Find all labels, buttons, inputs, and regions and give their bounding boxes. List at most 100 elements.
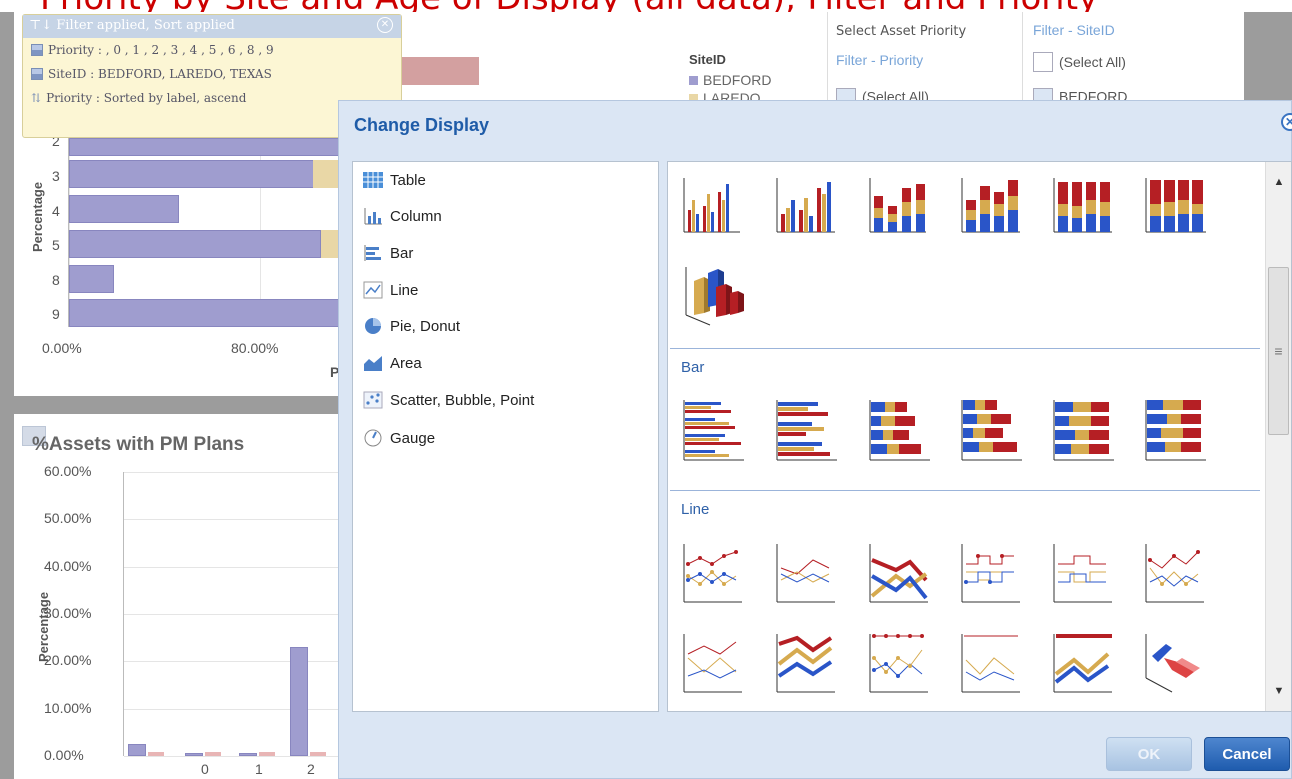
chart-type-area[interactable]: Area bbox=[363, 351, 422, 375]
bottom-bar-secondary bbox=[205, 752, 221, 756]
thumb-column-stacked[interactable] bbox=[866, 170, 934, 240]
chart-type-bar[interactable]: Bar bbox=[363, 241, 413, 265]
legend-panel: SiteID BEDFORD LAREDO bbox=[677, 12, 827, 100]
thumb-bar-clustered-3d[interactable] bbox=[773, 394, 841, 464]
bottom-gridline bbox=[124, 708, 350, 710]
site-item-bedford[interactable]: BEDFORD bbox=[1033, 88, 1127, 100]
thumb-column-3d[interactable] bbox=[680, 257, 748, 327]
thumb-line-3d[interactable] bbox=[1142, 628, 1210, 698]
priority-filter-heading: Select Asset Priority bbox=[836, 24, 967, 39]
chart-type-line[interactable]: Line bbox=[363, 278, 418, 302]
chart-type-pie[interactable]: Pie, Donut bbox=[363, 314, 460, 338]
bottom-ytick: 50.00% bbox=[44, 510, 92, 527]
top-chart-cat-5: 5 bbox=[52, 237, 60, 253]
bottom-ytick: 30.00% bbox=[44, 605, 92, 621]
bottom-gridline bbox=[124, 756, 350, 757]
thumb-line-markers[interactable] bbox=[680, 538, 748, 608]
thumb-column-clustered[interactable] bbox=[680, 170, 748, 240]
top-chart-ylabel: Percentage bbox=[30, 181, 45, 252]
thumb-line-flat[interactable] bbox=[958, 628, 1026, 698]
table-icon bbox=[363, 171, 383, 189]
filter-row-text: SiteID : BEDFORD, LAREDO, TEXAS bbox=[48, 67, 272, 81]
thumb-bar-clustered[interactable] bbox=[680, 394, 748, 464]
close-icon[interactable]: ✕ bbox=[1281, 113, 1292, 131]
gauge-icon bbox=[363, 429, 383, 447]
thumb-line-markers-alt[interactable] bbox=[1142, 538, 1210, 608]
legend-swatch bbox=[689, 75, 698, 85]
scatter-chart-icon bbox=[363, 391, 383, 409]
thumb-line-plain-alt[interactable] bbox=[680, 628, 748, 698]
bottom-gridline bbox=[124, 614, 350, 615]
top-bar-9 bbox=[69, 299, 341, 327]
gallery-scrollbar[interactable]: ▲ ≡ ▼ bbox=[1265, 162, 1291, 711]
legend-item-bedford[interactable]: BEDFORD bbox=[689, 72, 771, 88]
chart-type-gauge[interactable]: Gauge bbox=[363, 426, 435, 450]
bottom-bar-secondary bbox=[310, 752, 326, 756]
thumb-column-100-stacked-3d[interactable] bbox=[1142, 170, 1210, 240]
site-select-all-checkbox[interactable] bbox=[1033, 52, 1053, 72]
scroll-down-arrow-icon[interactable]: ▼ bbox=[1266, 671, 1291, 711]
site-filter-heading: Filter - SiteID bbox=[1033, 22, 1115, 38]
thumb-line-plain[interactable] bbox=[773, 538, 841, 608]
filter-row-text: Priority : Sorted by label, ascend bbox=[46, 91, 247, 105]
priority-select-all[interactable]: (Select All) bbox=[836, 88, 929, 100]
bottom-xtick-2: 2 bbox=[307, 761, 315, 777]
legend-item-laredo[interactable]: LAREDO bbox=[689, 90, 761, 100]
priority-filter-subheading: Filter - Priority bbox=[836, 52, 924, 68]
thumb-line-markers-3[interactable] bbox=[866, 628, 934, 698]
site-bedford-checkbox[interactable] bbox=[1033, 88, 1053, 100]
bottom-chart-panel: %Assets with PM Plans Percentage 60.00% 5… bbox=[14, 414, 354, 779]
chart-type-label: Scatter, Bubble, Point bbox=[390, 391, 535, 409]
chart-type-label: Table bbox=[390, 171, 426, 189]
bar-chart-icon bbox=[363, 244, 383, 262]
bottom-bar-secondary bbox=[259, 752, 275, 756]
filter-field-icon bbox=[31, 68, 43, 80]
site-select-all-label: (Select All) bbox=[1059, 54, 1126, 70]
thumb-line-flat-thick[interactable] bbox=[1050, 628, 1118, 698]
close-icon[interactable]: ✕ bbox=[377, 17, 393, 33]
chart-type-scatter[interactable]: Scatter, Bubble, Point bbox=[363, 388, 534, 412]
chart-type-list: Table Column Bar Line Pie, Donut Area Sc… bbox=[352, 161, 659, 712]
section-title-line: Line bbox=[681, 501, 710, 518]
change-display-dialog: Change Display ✕ Table Column Bar Line P… bbox=[338, 100, 1292, 779]
thumb-bar-100-stacked[interactable] bbox=[1050, 394, 1118, 464]
thumb-column-stacked-3d[interactable] bbox=[958, 170, 1026, 240]
top-bar-4 bbox=[69, 195, 179, 223]
scroll-thumb[interactable]: ≡ bbox=[1268, 267, 1289, 435]
top-chart-xtick-80: 80.00% bbox=[231, 340, 279, 356]
filter-tooltip-title: Filter applied, Sort applied bbox=[56, 18, 235, 33]
page-title: Priority by Site and Age of Display (all… bbox=[40, 0, 1098, 12]
cancel-button[interactable]: Cancel bbox=[1204, 737, 1290, 771]
select-all-label: (Select All) bbox=[862, 88, 929, 100]
thumb-column-100-stacked[interactable] bbox=[1050, 170, 1118, 240]
thumb-bar-stacked-3d[interactable] bbox=[958, 394, 1026, 464]
top-bar-2 bbox=[69, 138, 341, 156]
thumb-line-thick-alt[interactable] bbox=[773, 628, 841, 698]
chart-type-column[interactable]: Column bbox=[363, 204, 442, 228]
thumb-line-thick[interactable] bbox=[866, 538, 934, 608]
chart-type-table[interactable]: Table bbox=[363, 168, 426, 192]
bottom-xtick-0: 0 bbox=[201, 761, 209, 777]
bottom-ytick: 20.00% bbox=[44, 652, 92, 669]
chart-type-label: Gauge bbox=[390, 429, 436, 447]
section-divider bbox=[670, 490, 1260, 491]
sort-icon: ⇅ bbox=[31, 91, 42, 105]
filter-row-priority: Priority : , 0 , 1 , 2 , 3 , 4 , 5 , 6 ,… bbox=[23, 38, 401, 62]
thumb-bar-100-stacked-3d[interactable] bbox=[1142, 394, 1210, 464]
select-all-checkbox[interactable] bbox=[836, 88, 856, 100]
legend-title: SiteID bbox=[689, 52, 726, 67]
thumb-bar-stacked[interactable] bbox=[866, 394, 934, 464]
top-chart-cat-4: 4 bbox=[52, 203, 60, 219]
chart-thumbnail-gallery: Bar Line ▲ ≡ ▼ bbox=[667, 161, 1292, 712]
chart-type-label: Area bbox=[390, 354, 422, 372]
thumb-line-step[interactable] bbox=[1050, 538, 1118, 608]
scroll-up-arrow-icon[interactable]: ▲ bbox=[1266, 162, 1291, 202]
bottom-bar bbox=[239, 753, 257, 756]
thumb-line-step-markers[interactable] bbox=[958, 538, 1026, 608]
thumb-column-clustered-3d[interactable] bbox=[773, 170, 841, 240]
ok-button[interactable]: OK bbox=[1106, 737, 1192, 771]
top-bar-8 bbox=[69, 265, 114, 293]
site-select-all[interactable]: (Select All) bbox=[1033, 52, 1126, 72]
area-chart-icon bbox=[363, 354, 383, 372]
filter-icon: ⊤↓ bbox=[29, 18, 53, 33]
